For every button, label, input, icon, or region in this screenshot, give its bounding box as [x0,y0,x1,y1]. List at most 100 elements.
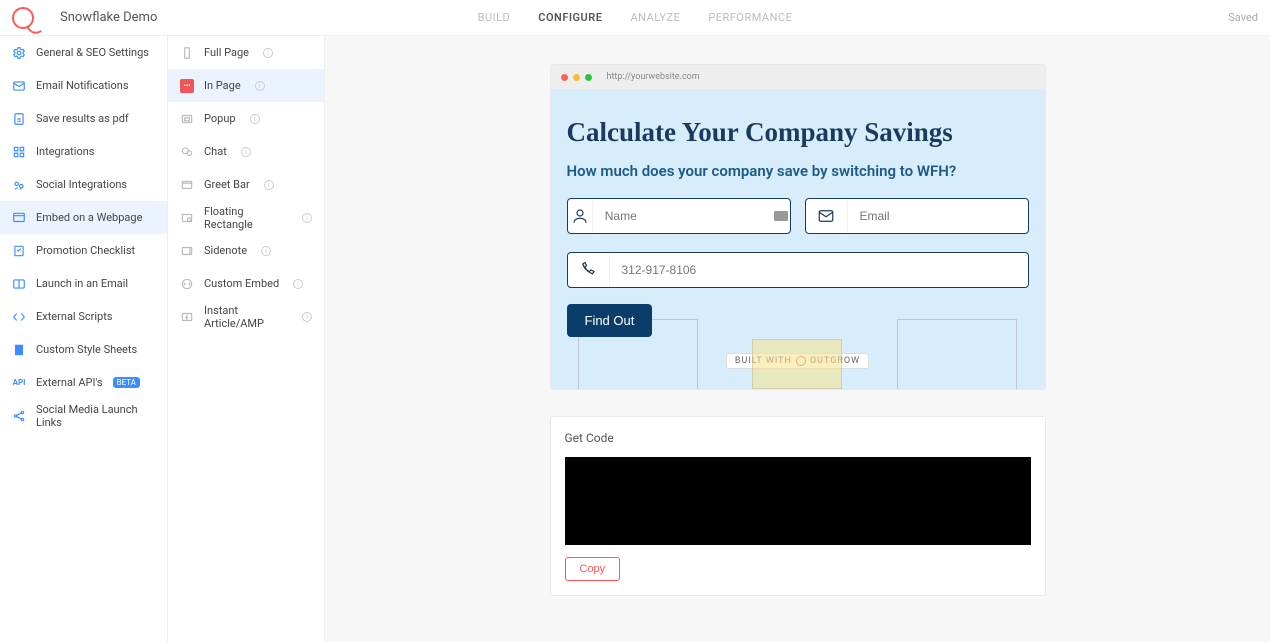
sidebar-item-label: Embed on a Webpage [36,211,142,224]
embed-type-label: Full Page [204,46,249,59]
name-input[interactable] [593,199,772,233]
sidebar-item-label: Promotion Checklist [36,244,135,257]
embed-type-label: Instant Article/AMP [204,304,288,330]
embed-type-label: Popup [204,112,236,125]
info-icon[interactable]: i [263,48,273,58]
app-header: Snowflake Demo BUILD CONFIGURE ANALYZE P… [0,0,1270,36]
main-area: http://yourwebsite.com Calculate Your Co… [325,36,1270,642]
embed-code-box[interactable] [565,457,1031,545]
browser-url: http://yourwebsite.com [607,72,700,82]
embed-type-label: Sidenote [204,244,247,257]
info-icon[interactable]: i [293,279,303,289]
info-icon[interactable]: i [302,312,312,322]
sidebar-primary: General & SEO Settings Email Notificatio… [0,36,168,642]
sidebar-item-email-notifications[interactable]: Email Notifications [0,69,167,102]
info-icon[interactable]: i [264,180,274,190]
sidebar-secondary: Full Page i ••• In Page i Popup i Chat i… [168,36,325,642]
saved-status: Saved [1228,11,1258,24]
embed-type-label: Custom Embed [204,277,279,290]
sidebar-item-label: External Scripts [36,310,112,323]
beta-badge: BETA [113,377,140,388]
embed-type-label: Greet Bar [204,178,250,191]
sidebar-item-label: Launch in an Email [36,277,128,290]
chat-icon [180,145,194,159]
code-icon [12,310,26,324]
customembed-icon [180,277,194,291]
floatrect-icon [180,211,194,225]
sidebar-item-launch-email[interactable]: Launch in an Email [0,267,167,300]
embed-type-label: Chat [204,145,227,158]
sidebar-item-general-seo[interactable]: General & SEO Settings [0,36,167,69]
email-input[interactable] [848,199,1028,233]
amp-icon [180,310,194,324]
info-icon[interactable]: i [302,213,312,223]
sidebar-item-save-pdf[interactable]: Save results as pdf [0,102,167,135]
sidebar-item-label: Social Media Launch Links [36,403,155,429]
traffic-light-red [561,74,568,81]
sidebar-item-social-launch-links[interactable]: Social Media Launch Links [0,399,167,432]
embed-type-chat[interactable]: Chat i [168,135,324,168]
info-icon[interactable]: i [250,114,260,124]
sidebar-item-external-scripts[interactable]: External Scripts [0,300,167,333]
stylesheet-icon [12,343,26,357]
embed-type-label: In Page [204,79,241,92]
embed-icon [12,211,26,225]
checklist-icon [12,244,26,258]
sidebar-item-promotion-checklist[interactable]: Promotion Checklist [0,234,167,267]
sidebar-item-external-apis[interactable]: API External API's BETA [0,366,167,399]
popup-icon [180,112,194,126]
sidenote-icon [180,244,194,258]
embed-type-full-page[interactable]: Full Page i [168,36,324,69]
tab-analyze[interactable]: ANALYZE [630,11,680,24]
integrations-icon [12,145,26,159]
traffic-light-yellow [573,74,580,81]
copy-button[interactable]: Copy [565,557,621,581]
info-icon[interactable]: i [241,147,251,157]
embed-preview-card: http://yourwebsite.com Calculate Your Co… [550,64,1046,390]
sidebar-item-label: Social Integrations [36,178,127,191]
info-icon[interactable]: i [261,246,271,256]
phone-icon [568,253,610,287]
traffic-light-green [585,74,592,81]
sidebar-item-label: Save results as pdf [36,112,129,125]
embed-type-floating-rect[interactable]: Floating Rectangle i [168,201,324,234]
embed-type-in-page[interactable]: ••• In Page i [168,69,324,102]
built-with-brand: OUTGROW [810,356,860,366]
mail-icon [12,79,26,93]
get-code-card: Get Code Copy [550,416,1046,596]
logo-icon [12,7,34,29]
api-icon: API [12,376,26,390]
form-title: Calculate Your Company Savings [567,117,1029,148]
embed-type-amp[interactable]: Instant Article/AMP i [168,300,324,333]
pdf-icon [12,112,26,126]
browser-bar: http://yourwebsite.com [551,65,1045,89]
sidebar-item-embed-webpage[interactable]: Embed on a Webpage [0,201,167,234]
find-out-button[interactable]: Find Out [567,304,653,337]
launch-email-icon [12,277,26,291]
sidebar-item-label: General & SEO Settings [36,46,149,59]
tab-performance[interactable]: PERFORMANCE [708,11,792,24]
embed-type-label: Floating Rectangle [204,205,288,231]
top-tabs: BUILD CONFIGURE ANALYZE PERFORMANCE [478,11,793,24]
sidebar-item-integrations[interactable]: Integrations [0,135,167,168]
embed-type-sidenote[interactable]: Sidenote i [168,234,324,267]
greetbar-icon [180,178,194,192]
embed-type-greet-bar[interactable]: Greet Bar i [168,168,324,201]
social-icon [12,178,26,192]
project-title: Snowflake Demo [60,10,157,25]
name-field[interactable] [567,198,791,234]
tab-build[interactable]: BUILD [478,11,511,24]
tab-configure[interactable]: CONFIGURE [538,11,602,24]
built-with-badge[interactable]: BUILT WITH OUTGROW [726,353,869,369]
get-code-title: Get Code [565,431,1031,445]
phone-input[interactable] [610,253,1028,287]
sidebar-item-social-integrations[interactable]: Social Integrations [0,168,167,201]
email-field[interactable] [805,198,1029,234]
sidebar-item-custom-stylesheets[interactable]: Custom Style Sheets [0,333,167,366]
keyboard-icon [772,199,790,233]
embed-type-custom-embed[interactable]: Custom Embed i [168,267,324,300]
phone-field[interactable] [567,252,1029,288]
settings-icon [12,46,26,60]
info-icon[interactable]: i [255,81,265,91]
embed-type-popup[interactable]: Popup i [168,102,324,135]
